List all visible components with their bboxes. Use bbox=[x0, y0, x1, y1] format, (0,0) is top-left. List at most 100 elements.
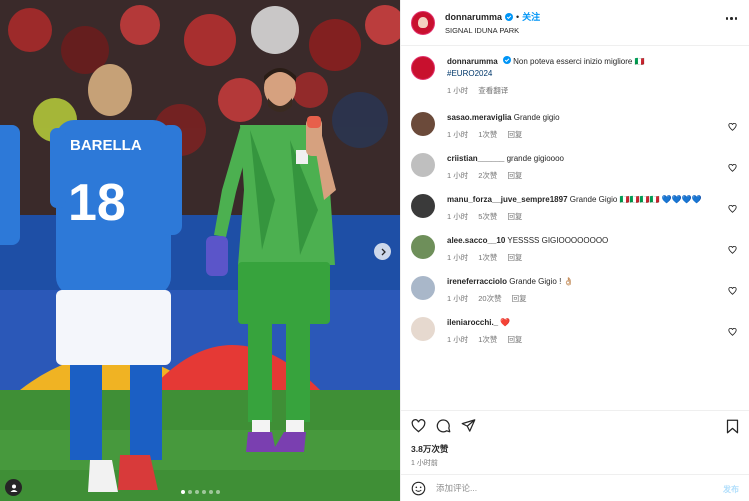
comment-like-button[interactable] bbox=[728, 200, 737, 218]
avatar[interactable] bbox=[411, 276, 435, 300]
comment-icon bbox=[436, 419, 451, 433]
comment-time: 1 小时 bbox=[447, 335, 469, 344]
heart-icon bbox=[728, 204, 737, 213]
heart-icon bbox=[728, 163, 737, 172]
comment-like-button[interactable] bbox=[728, 118, 737, 136]
comment-like-count[interactable]: 2次赞 bbox=[478, 170, 497, 181]
verified-badge-icon bbox=[502, 56, 511, 64]
next-slide-button[interactable] bbox=[374, 243, 391, 260]
bookmark-icon bbox=[726, 419, 739, 434]
carousel-dot bbox=[201, 490, 206, 494]
comment-input[interactable] bbox=[436, 483, 666, 493]
carousel-dot bbox=[194, 490, 199, 494]
avatar[interactable] bbox=[411, 153, 435, 177]
comment-item: alee.sacco__10 YESSSS GIGIOOOOOOOO 1 小时 1次… bbox=[411, 235, 739, 263]
heart-icon bbox=[728, 327, 737, 336]
comment-like-button[interactable] bbox=[728, 159, 737, 177]
post-photo: BARELLA 18 bbox=[0, 0, 400, 501]
location-link[interactable]: SIGNAL IDUNA PARK bbox=[445, 26, 540, 35]
comment-text: grande gigioooo bbox=[506, 154, 564, 163]
save-button[interactable] bbox=[726, 419, 739, 439]
author-username[interactable]: donnarumma bbox=[445, 12, 502, 22]
verified-badge-icon bbox=[505, 12, 514, 21]
comment-time: 1 小时 bbox=[447, 171, 469, 180]
caption-username[interactable]: donnarumma bbox=[447, 57, 498, 66]
comment-button[interactable] bbox=[436, 418, 451, 433]
post-media[interactable]: BARELLA 18 bbox=[0, 0, 400, 501]
jersey-name: BARELLA bbox=[70, 137, 142, 154]
carousel-dots bbox=[0, 490, 400, 494]
carousel-dot bbox=[208, 490, 213, 494]
caption-time: 1 小时 bbox=[447, 86, 469, 95]
comment-username[interactable]: manu_forza__juve_sempre1897 bbox=[447, 195, 568, 204]
heart-icon bbox=[728, 245, 737, 254]
comment-item: ireneferracciolo Grande Gigio ! 👌🏼 1 小时 20… bbox=[411, 276, 739, 304]
carousel-dot bbox=[180, 490, 185, 494]
reply-button[interactable]: 回复 bbox=[507, 252, 522, 263]
follow-button[interactable]: 关注 bbox=[522, 10, 540, 23]
comment-text: Grande Gigio 🇮🇹🇮🇹🇮🇹🇮🇹 💙💙💙💙 bbox=[569, 195, 702, 204]
post-timestamp: 1 小时前 bbox=[411, 460, 438, 467]
comment-like-count[interactable]: 1次赞 bbox=[478, 334, 497, 345]
avatar[interactable] bbox=[411, 194, 435, 218]
avatar[interactable] bbox=[411, 10, 435, 35]
add-comment-bar: 发布 bbox=[401, 474, 749, 501]
comment-time: 1 小时 bbox=[447, 212, 469, 221]
comment-username[interactable]: alee.sacco__10 bbox=[447, 236, 505, 245]
comment-text: Grande gigio bbox=[513, 113, 560, 122]
reply-button[interactable]: 回复 bbox=[507, 170, 522, 181]
comment-like-button[interactable] bbox=[728, 323, 737, 341]
avatar[interactable] bbox=[411, 112, 435, 136]
avatar[interactable] bbox=[411, 235, 435, 259]
comment-like-count[interactable]: 1次赞 bbox=[478, 252, 497, 263]
translate-link[interactable]: 查看翻译 bbox=[478, 85, 508, 96]
heart-icon bbox=[728, 286, 737, 295]
avatar[interactable] bbox=[411, 317, 435, 341]
more-options-button[interactable] bbox=[725, 17, 737, 20]
tagged-users-button[interactable] bbox=[5, 479, 22, 496]
comment-item: ileniarocchi._ ❤️ 1 小时 1次赞 回复 bbox=[411, 317, 739, 345]
more-dot-icon bbox=[734, 17, 737, 20]
reply-button[interactable]: 回复 bbox=[507, 211, 522, 222]
carousel-dot bbox=[215, 490, 220, 494]
comment-like-button[interactable] bbox=[728, 282, 737, 300]
post-comment-button[interactable]: 发布 bbox=[723, 484, 739, 495]
more-dot-icon bbox=[725, 17, 728, 20]
reply-button[interactable]: 回复 bbox=[512, 293, 527, 304]
share-button[interactable] bbox=[461, 418, 476, 433]
more-dot-icon bbox=[730, 17, 733, 20]
comment-item: sasao.meraviglia Grande gigio 1 小时 1次赞 回复 bbox=[411, 112, 739, 140]
comment-like-count[interactable]: 20次赞 bbox=[478, 293, 501, 304]
avatar[interactable] bbox=[411, 56, 435, 80]
comment-username[interactable]: ileniarocchi._ bbox=[447, 318, 498, 327]
reply-button[interactable]: 回复 bbox=[507, 129, 522, 140]
heart-icon bbox=[411, 418, 426, 432]
comment-like-count[interactable]: 5次赞 bbox=[478, 211, 497, 222]
post-caption: donnarumma Non poteva esserci inizio mig… bbox=[411, 56, 739, 96]
like-button[interactable] bbox=[411, 418, 426, 433]
action-bar bbox=[401, 410, 749, 440]
comment-time: 1 小时 bbox=[447, 130, 469, 139]
reply-button[interactable]: 回复 bbox=[507, 334, 522, 345]
comment-username[interactable]: criistian______ bbox=[447, 154, 504, 163]
comment-text: YESSSS GIGIOOOOOOOO bbox=[507, 236, 609, 245]
comments-list: donnarumma Non poteva esserci inizio mig… bbox=[401, 46, 749, 410]
comment-text: Grande Gigio ! 👌🏼 bbox=[509, 277, 574, 286]
comment-item: manu_forza__juve_sempre1897 Grande Gigio… bbox=[411, 194, 739, 222]
like-count[interactable]: 3.8万次赞 bbox=[401, 440, 749, 455]
separator-dot: • bbox=[516, 11, 520, 22]
post-viewer: BARELLA 18 donnarumma • 关注 SIGNAL IDUNA … bbox=[0, 0, 749, 501]
heart-icon bbox=[728, 122, 737, 131]
comment-like-button[interactable] bbox=[728, 241, 737, 259]
comment-like-count[interactable]: 1次赞 bbox=[478, 129, 497, 140]
hashtag-link[interactable]: #EURO2024 bbox=[447, 69, 492, 78]
comment-username[interactable]: ireneferracciolo bbox=[447, 277, 507, 286]
chevron-right-icon bbox=[381, 248, 386, 255]
comment-time: 1 小时 bbox=[447, 294, 469, 303]
emoji-icon[interactable] bbox=[411, 481, 426, 496]
send-icon bbox=[461, 419, 476, 432]
comment-item: criistian______ grande gigioooo 1 小时 2次赞 回复 bbox=[411, 153, 739, 181]
comment-time: 1 小时 bbox=[447, 253, 469, 262]
user-icon bbox=[10, 484, 17, 492]
comment-username[interactable]: sasao.meraviglia bbox=[447, 113, 511, 122]
